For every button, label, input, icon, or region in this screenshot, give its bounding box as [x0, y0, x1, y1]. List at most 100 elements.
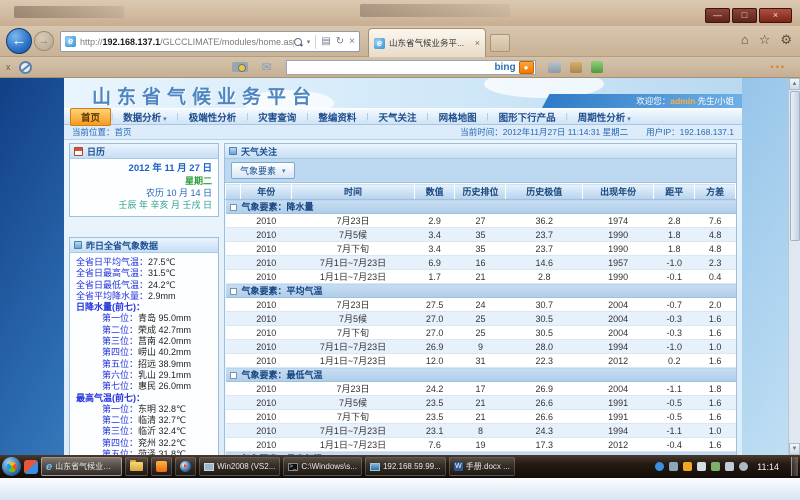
browser-tab[interactable]: e 山东省气候业务平... × — [368, 28, 486, 57]
windows-flag-icon — [4, 459, 18, 473]
nav-item-7[interactable]: 图形下行产品 — [489, 109, 566, 125]
page-scrollbar[interactable]: ▲ ▼ — [788, 78, 800, 455]
column-header-2: 数值 — [414, 184, 455, 200]
element-dropdown-button[interactable]: 气象要素▾ — [231, 162, 295, 179]
close-button[interactable]: × — [759, 8, 792, 23]
cell-出现年份: 1991 — [582, 410, 653, 424]
list-icon — [74, 241, 82, 249]
home-icon[interactable]: ⌂ — [741, 32, 749, 48]
collapse-toggle-icon[interactable] — [230, 288, 237, 295]
update-icon[interactable] — [669, 462, 678, 471]
nav-item-6[interactable]: 网格地图 — [429, 109, 487, 125]
tab-close-icon[interactable]: × — [475, 38, 480, 48]
volume-icon[interactable] — [739, 462, 748, 471]
taskbar-button-3[interactable] — [175, 457, 196, 476]
scrollbar-thumb[interactable] — [790, 91, 800, 241]
cell-方差: 1.6 — [695, 354, 736, 368]
security-icon[interactable] — [683, 462, 692, 471]
forward-button[interactable]: → — [34, 31, 54, 51]
cell-距平: -0.3 — [654, 326, 695, 340]
group-label[interactable]: 气象要素：平均气温 — [226, 284, 736, 298]
network-icon[interactable] — [725, 462, 734, 471]
highlighter-icon[interactable] — [570, 62, 582, 73]
start-button[interactable] — [2, 457, 21, 476]
back-button[interactable]: ← — [6, 28, 32, 54]
nav-item-3[interactable]: 灾害查询 — [248, 109, 306, 125]
search-icon[interactable] — [294, 38, 302, 46]
flag-icon[interactable] — [697, 462, 706, 471]
favorites-star-icon[interactable]: ☆ — [759, 32, 771, 48]
nav-item-8[interactable]: 周期性分析▾ — [568, 109, 641, 125]
row-select-cell — [226, 270, 241, 284]
taskbar-button-6[interactable]: 192.168.59.99... — [365, 457, 446, 476]
camera-icon[interactable] — [232, 62, 248, 72]
mail-icon[interactable]: ✉ — [262, 60, 272, 74]
url-text[interactable]: http://192.168.137.1/GLCCLIMATE/modules/… — [80, 37, 294, 47]
cell-距平: 1.8 — [654, 242, 695, 256]
taskbar-button-5[interactable]: >_C:\Windows\s... — [283, 457, 362, 476]
column-header-4: 历史极值 — [506, 184, 583, 200]
binoculars-icon[interactable] — [548, 62, 561, 73]
cell-时间: 1月1日~7月23日 — [292, 270, 414, 284]
tab-title[interactable]: 山东省气候业务平... — [389, 37, 471, 49]
chevron-down-icon: ▾ — [282, 167, 286, 175]
cell-数值: 23.1 — [414, 424, 455, 438]
show-desktop-button[interactable] — [791, 457, 798, 476]
refresh-icon[interactable]: ↻ — [336, 36, 344, 47]
rank-item: 第七位：惠民 26.0mm — [76, 381, 216, 392]
row-select-cell — [226, 410, 241, 424]
search-dropdown-icon[interactable]: ▾ — [307, 38, 311, 46]
bing-search-button[interactable]: ● — [519, 61, 534, 74]
taskbar-clock[interactable]: 11:14 — [757, 462, 779, 472]
nav-item-1[interactable]: 数据分析▾ — [113, 109, 177, 125]
stop-icon[interactable]: × — [349, 36, 355, 47]
nav-item-2[interactable]: 极端性分析 — [179, 109, 247, 125]
maximize-button[interactable]: □ — [732, 8, 757, 23]
cell-方差: 1.6 — [695, 312, 736, 326]
calendar-ganzhi: 壬辰 年 辛亥 月 壬戌 日 — [72, 199, 212, 211]
taskbar-button-4[interactable]: Win2008 (VS2... — [199, 457, 280, 476]
calendar-date: 2012 年 11 月 27 日 — [72, 163, 212, 175]
nav-item-4[interactable]: 整编资料 — [308, 109, 366, 125]
panel-icon — [229, 147, 237, 155]
taskbar-button-0[interactable]: e山东省气候业务... — [41, 457, 122, 476]
cell-历史极值: 24.3 — [506, 424, 583, 438]
nav-item-0[interactable]: 首页 — [70, 108, 111, 126]
minimize-button[interactable]: — — [705, 8, 730, 23]
sync-icon[interactable] — [711, 462, 720, 471]
group-label[interactable]: 气象要素：最低气温 — [226, 368, 736, 382]
pinned-app-icon[interactable] — [24, 460, 38, 474]
scroll-up-icon[interactable]: ▲ — [789, 78, 800, 90]
cell-方差: 1.0 — [695, 340, 736, 354]
im-icon[interactable] — [655, 462, 664, 471]
cell-历史极值: 17.3 — [506, 438, 583, 452]
tools-gear-icon[interactable]: ⚙ — [780, 32, 792, 48]
collapse-toggle-icon[interactable] — [230, 372, 237, 379]
toolbar-close-icon[interactable]: x — [6, 62, 11, 72]
collapse-toggle-icon[interactable] — [230, 204, 237, 211]
cell-历史极值: 2.8 — [506, 270, 583, 284]
group-label[interactable]: 气象要素：降水量 — [226, 200, 736, 214]
cell-时间: 7月23日 — [292, 382, 414, 396]
bing-search-input[interactable] — [287, 61, 492, 74]
cell-出现年份: 2004 — [582, 326, 653, 340]
cell-数值: 27.0 — [414, 326, 455, 340]
browser-toolbar: ← → e http://192.168.137.1/GLCCLIMATE/mo… — [0, 26, 800, 57]
nav-item-5[interactable]: 天气关注 — [368, 109, 426, 125]
taskbar-button-2[interactable] — [151, 457, 172, 476]
taskbar-button-1[interactable] — [125, 457, 148, 476]
cell-方差: 0.4 — [695, 270, 736, 284]
address-bar[interactable]: e http://192.168.137.1/GLCCLIMATE/module… — [60, 31, 360, 52]
blocker-icon[interactable] — [19, 61, 32, 74]
sidebar: 日历 2012 年 11 月 27 日 星期二 农历 10 月 14 日 壬辰 … — [69, 143, 219, 455]
taskbar-button-7[interactable]: W手册.docx ... — [449, 457, 515, 476]
background-window-titlebar: — □ × — [0, 0, 800, 26]
toolbar-overflow-icon[interactable]: ••• — [771, 62, 786, 72]
rank-label: 第四位： — [102, 347, 138, 357]
rank-value: 莒南 42.0mm — [138, 336, 191, 346]
scroll-down-icon[interactable]: ▼ — [789, 443, 800, 455]
new-tab-button[interactable] — [490, 34, 510, 52]
compatibility-view-icon[interactable]: ▤ — [321, 36, 330, 47]
weather-stat: 全省平均降水量：2.9mm — [76, 291, 216, 302]
addon-puzzle-icon[interactable] — [591, 61, 603, 73]
